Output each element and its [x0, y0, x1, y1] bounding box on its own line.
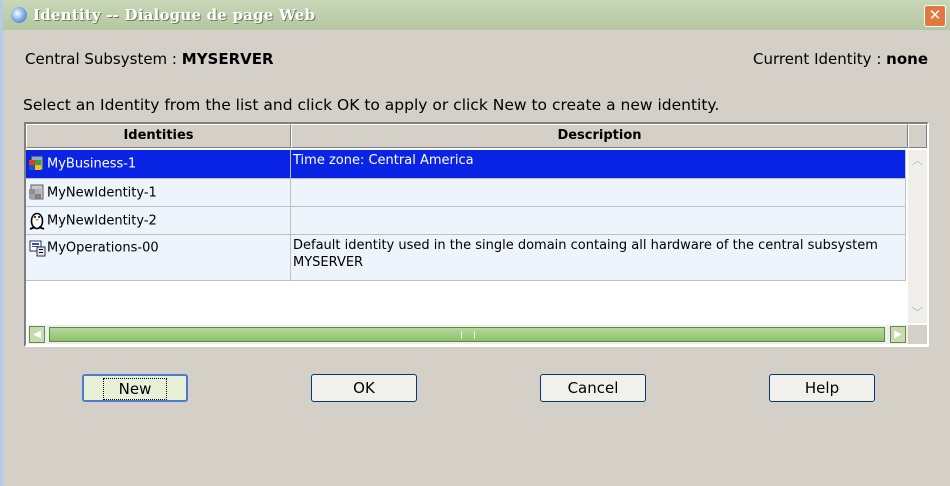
identity-description: Default identity used in the single doma…: [291, 235, 906, 281]
table-row[interactable]: MyBusiness-1 Time zone: Central America: [26, 150, 906, 179]
scroll-up-arrow-icon[interactable]: ︿: [909, 152, 926, 169]
operations-icon: [29, 240, 46, 257]
table-row[interactable]: MyOperations-00 Default identity used in…: [26, 235, 906, 281]
identity-description: Time zone: Central America: [291, 150, 906, 179]
new-button[interactable]: New: [82, 374, 188, 402]
vertical-scrollbar[interactable]: ︿ ﹀: [908, 150, 927, 323]
scroll-right-arrow-icon[interactable]: ▶: [890, 326, 906, 343]
horizontal-scroll-thumb[interactable]: [49, 327, 885, 342]
identity-description: [291, 179, 906, 207]
linux-penguin-icon: [29, 212, 45, 230]
identity-name: MyOperations-00: [47, 240, 159, 256]
internet-explorer-icon: [11, 7, 27, 23]
instruction-text: Select an Identity from the list and cli…: [23, 96, 720, 114]
column-header-identities[interactable]: Identities: [26, 124, 291, 148]
current-identity-info: Current Identity : none: [753, 50, 928, 68]
current-identity-label: Current Identity :: [752, 50, 887, 68]
table-row[interactable]: MyNewIdentity-2: [26, 207, 906, 235]
cancel-button[interactable]: Cancel: [540, 374, 646, 402]
scrollbar-corner: [908, 325, 927, 344]
table-row[interactable]: MyNewIdentity-1: [26, 179, 906, 207]
help-button-label: Help: [804, 379, 840, 397]
cancel-button-label: Cancel: [567, 379, 619, 397]
list-header: Identities Description: [26, 124, 927, 148]
identity-name: MyBusiness-1: [47, 156, 137, 172]
identity-description: [291, 207, 906, 235]
identity-name: MyNewIdentity-2: [47, 213, 157, 229]
scroll-left-arrow-icon[interactable]: ◀: [29, 326, 45, 343]
ok-button[interactable]: OK: [311, 374, 417, 402]
identities-list[interactable]: Identities Description MyBusiness-1 Time…: [24, 122, 929, 347]
close-button[interactable]: ✕: [924, 5, 946, 27]
identity-name: MyNewIdentity-1: [47, 185, 157, 201]
subsystem-label: Central Subsystem :: [25, 50, 182, 68]
windows-server-icon: [29, 155, 44, 171]
title-bar[interactable]: Identity -- Dialogue de page Web ✕: [3, 0, 950, 30]
current-identity-value: none: [886, 50, 928, 68]
windows-server-gray-icon: [29, 184, 44, 200]
horizontal-scrollbar[interactable]: ◀ ▶: [28, 325, 908, 344]
scroll-down-arrow-icon[interactable]: ﹀: [909, 304, 926, 321]
ok-button-label: OK: [353, 379, 375, 397]
column-header-description[interactable]: Description: [291, 124, 908, 148]
subsystem-value: MYSERVER: [181, 50, 274, 68]
central-subsystem-info: Central Subsystem : MYSERVER: [25, 50, 274, 68]
window-title: Identity -- Dialogue de page Web: [33, 6, 316, 24]
identity-dialog: Identity -- Dialogue de page Web ✕ Centr…: [0, 0, 950, 486]
scroll-grip-icon: [461, 331, 475, 339]
new-button-label: New: [102, 378, 168, 400]
help-button[interactable]: Help: [769, 374, 875, 402]
column-header-filler: [908, 124, 927, 148]
